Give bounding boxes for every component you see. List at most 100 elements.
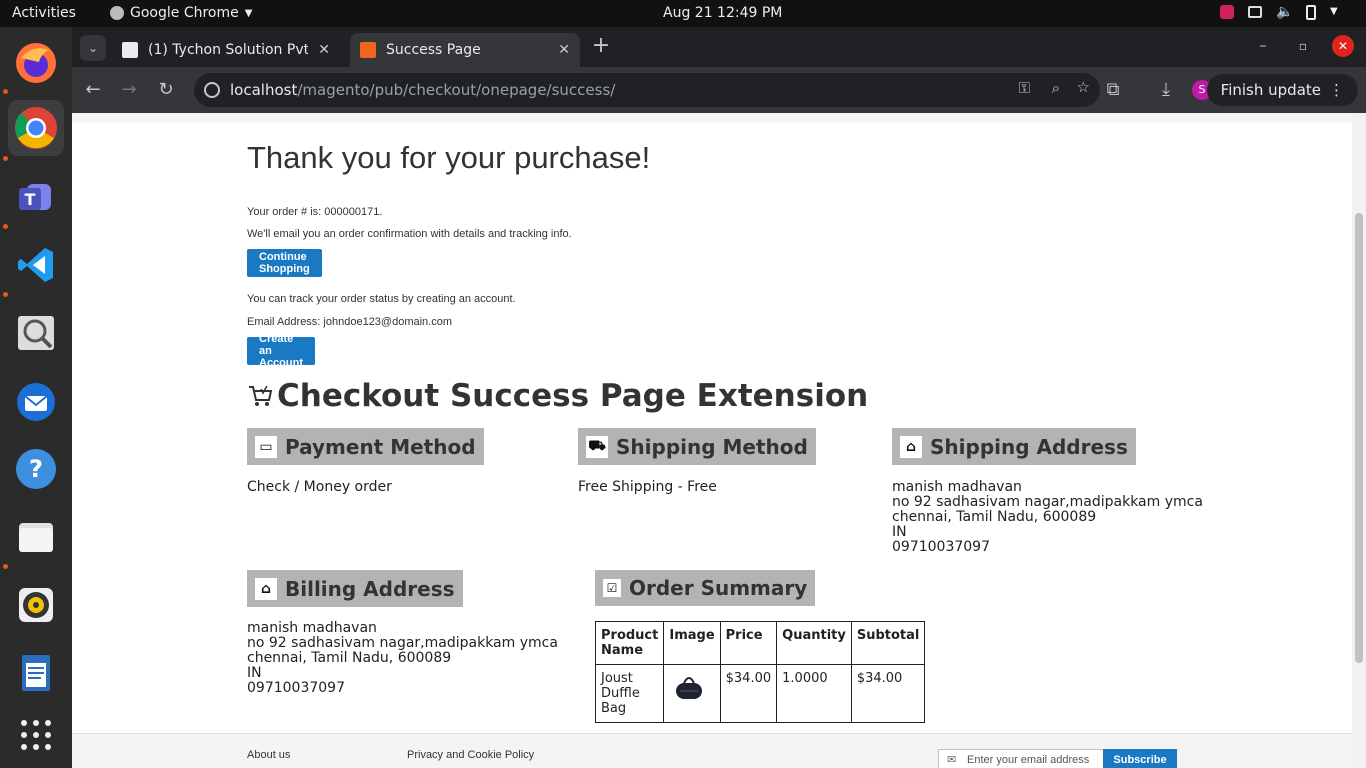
tab-title: Success Page xyxy=(386,42,481,58)
forward-icon[interactable]: → xyxy=(118,79,140,101)
files-icon[interactable] xyxy=(8,509,64,565)
back-icon[interactable]: ← xyxy=(82,79,104,101)
close-tab-icon[interactable]: ✕ xyxy=(558,42,570,58)
zoom-icon[interactable]: ⌕ xyxy=(1052,79,1060,97)
extensions-icon[interactable]: ⧉ xyxy=(1102,79,1124,101)
more-menu-icon[interactable]: ⋮ xyxy=(1329,81,1344,99)
chrome-icon[interactable] xyxy=(8,100,64,156)
address-country: IN xyxy=(892,524,907,540)
subtotal-cell: $34.00 xyxy=(850,664,926,723)
scrollbar-thumb[interactable] xyxy=(1355,213,1363,663)
show-apps-icon[interactable] xyxy=(8,707,64,763)
dock: T ? xyxy=(0,27,72,768)
order-number-text: Your order # is: 000000171. xyxy=(247,206,383,218)
cart-icon xyxy=(249,385,273,406)
finish-update-button[interactable]: Finish update ⋮ xyxy=(1206,74,1358,106)
clock[interactable]: Aug 21 12:49 PM xyxy=(663,5,782,21)
new-tab-icon[interactable]: + xyxy=(590,35,612,57)
running-indicator xyxy=(3,292,8,297)
billing-address-title: Billing Address xyxy=(285,576,455,601)
maximize-icon[interactable]: ▫ xyxy=(1292,35,1314,57)
newsletter-placeholder: Enter your email address xyxy=(967,754,1090,766)
system-tray[interactable]: 🔈 ▼ xyxy=(1220,4,1346,20)
address-phone: 09710037097 xyxy=(247,680,345,696)
magento-favicon xyxy=(360,42,376,58)
product-image-cell xyxy=(663,664,721,723)
track-info-text: You can track your order status by creat… xyxy=(247,293,516,305)
address-street: no 92 sadhasivam nagar,madipakkam ymca xyxy=(247,635,558,651)
system-top-bar: Activities Google Chrome ▼ Aug 21 12:49 … xyxy=(0,0,1366,27)
order-summary-table: Product Name Image Price Quantity Subtot… xyxy=(594,621,926,723)
billing-address-block: manish madhavan no 92 sadhasivam nagar,m… xyxy=(247,621,558,696)
column-header: Image xyxy=(663,621,721,665)
truck-icon: ⛟ xyxy=(586,435,608,458)
order-summary-title: Order Summary xyxy=(629,576,808,600)
shipping-address-block: manish madhavan no 92 sadhasivam nagar,m… xyxy=(892,480,1203,555)
header-strip xyxy=(72,113,1352,123)
payment-method-heading: ▭ Payment Method xyxy=(247,428,484,465)
shipping-address-heading: ⌂ Shipping Address xyxy=(892,428,1136,465)
writer-icon[interactable] xyxy=(8,645,64,701)
home-icon: ⌂ xyxy=(900,435,922,458)
billing-address-heading: ⌂ Billing Address xyxy=(247,570,463,607)
payment-method-value: Check / Money order xyxy=(247,479,392,495)
order-summary-heading: ☑ Order Summary xyxy=(595,570,816,606)
payment-method-title: Payment Method xyxy=(285,434,476,459)
app-menu-label: Google Chrome xyxy=(130,5,239,21)
subscribe-button[interactable]: Subscribe xyxy=(1103,749,1177,768)
site-info-icon[interactable] xyxy=(204,82,220,98)
about-us-link[interactable]: About us xyxy=(247,749,290,761)
address-city: chennai, Tamil Nadu, 600089 xyxy=(892,509,1097,525)
tab-success-page[interactable]: Success Page ✕ xyxy=(350,33,580,67)
thunderbird-icon[interactable] xyxy=(8,373,64,429)
tab-search-icon[interactable]: ⌄ xyxy=(80,35,106,61)
tab-tychon[interactable]: (1) Tychon Solution Pvt. L ✕ xyxy=(112,33,340,67)
url-path: /magento/pub/checkout/onepage/success/ xyxy=(297,81,616,99)
running-indicator xyxy=(3,89,8,94)
continue-shopping-button[interactable]: Continue Shopping xyxy=(247,249,322,277)
address-bar[interactable]: localhost/magento/pub/checkout/onepage/s… xyxy=(194,73,1100,107)
shipping-method-heading: ⛟ Shipping Method xyxy=(578,428,816,465)
address-phone: 09710037097 xyxy=(892,539,990,555)
vscode-icon[interactable] xyxy=(8,237,64,293)
credit-card-icon: ▭ xyxy=(255,435,277,458)
rhythmbox-icon[interactable] xyxy=(8,577,64,633)
app-menu[interactable]: Google Chrome ▼ xyxy=(110,5,252,21)
network-icon xyxy=(1248,6,1262,18)
create-account-button[interactable]: Create an Account xyxy=(247,333,315,369)
download-icon[interactable]: ⤓ xyxy=(1155,79,1177,101)
close-tab-icon[interactable]: ✕ xyxy=(318,42,330,58)
privacy-link[interactable]: Privacy and Cookie Policy xyxy=(407,749,534,761)
duffle-bag-image xyxy=(676,677,703,699)
bookmark-star-icon[interactable]: ☆ xyxy=(1077,78,1090,96)
newsletter-email-input[interactable]: ✉ Enter your email address xyxy=(938,749,1104,768)
image-viewer-icon[interactable] xyxy=(8,305,64,361)
password-key-icon[interactable]: ⚿ xyxy=(1019,79,1030,97)
column-header: Price xyxy=(719,621,778,665)
close-window-icon[interactable]: ✕ xyxy=(1332,35,1354,57)
chevron-down-icon: ▼ xyxy=(244,7,253,19)
product-name-cell: Joust Duffle Bag xyxy=(594,664,665,723)
column-header: Subtotal xyxy=(850,621,926,665)
volume-icon: 🔈 xyxy=(1276,4,1294,20)
page-scrollbar[interactable] xyxy=(1352,113,1366,768)
extension-title-text: Checkout Success Page Extension xyxy=(277,378,869,414)
tychon-favicon xyxy=(122,42,138,58)
running-indicator xyxy=(3,224,8,229)
table-row: Joust Duffle Bag $34.00 1.0000 $34.00 xyxy=(594,664,926,723)
shipping-method-title: Shipping Method xyxy=(616,434,808,459)
address-name: manish madhavan xyxy=(892,479,1022,495)
app-indicator-icon xyxy=(1220,5,1234,19)
teams-icon[interactable]: T xyxy=(8,169,64,225)
checkbox-icon: ☑ xyxy=(603,579,621,597)
minimize-icon[interactable]: – xyxy=(1252,35,1274,57)
tab-strip: ⌄ (1) Tychon Solution Pvt. L ✕ Success P… xyxy=(72,27,1366,67)
page-title: Thank you for your purchase! xyxy=(247,140,651,175)
browser-toolbar: ← → ↻ localhost/magento/pub/checkout/one… xyxy=(72,67,1366,113)
firefox-icon[interactable] xyxy=(8,35,64,91)
reload-icon[interactable]: ↻ xyxy=(155,79,177,101)
help-icon[interactable]: ? xyxy=(8,441,64,497)
activities-button[interactable]: Activities xyxy=(12,5,76,21)
address-city: chennai, Tamil Nadu, 600089 xyxy=(247,650,452,666)
shipping-method-value: Free Shipping - Free xyxy=(578,479,717,495)
